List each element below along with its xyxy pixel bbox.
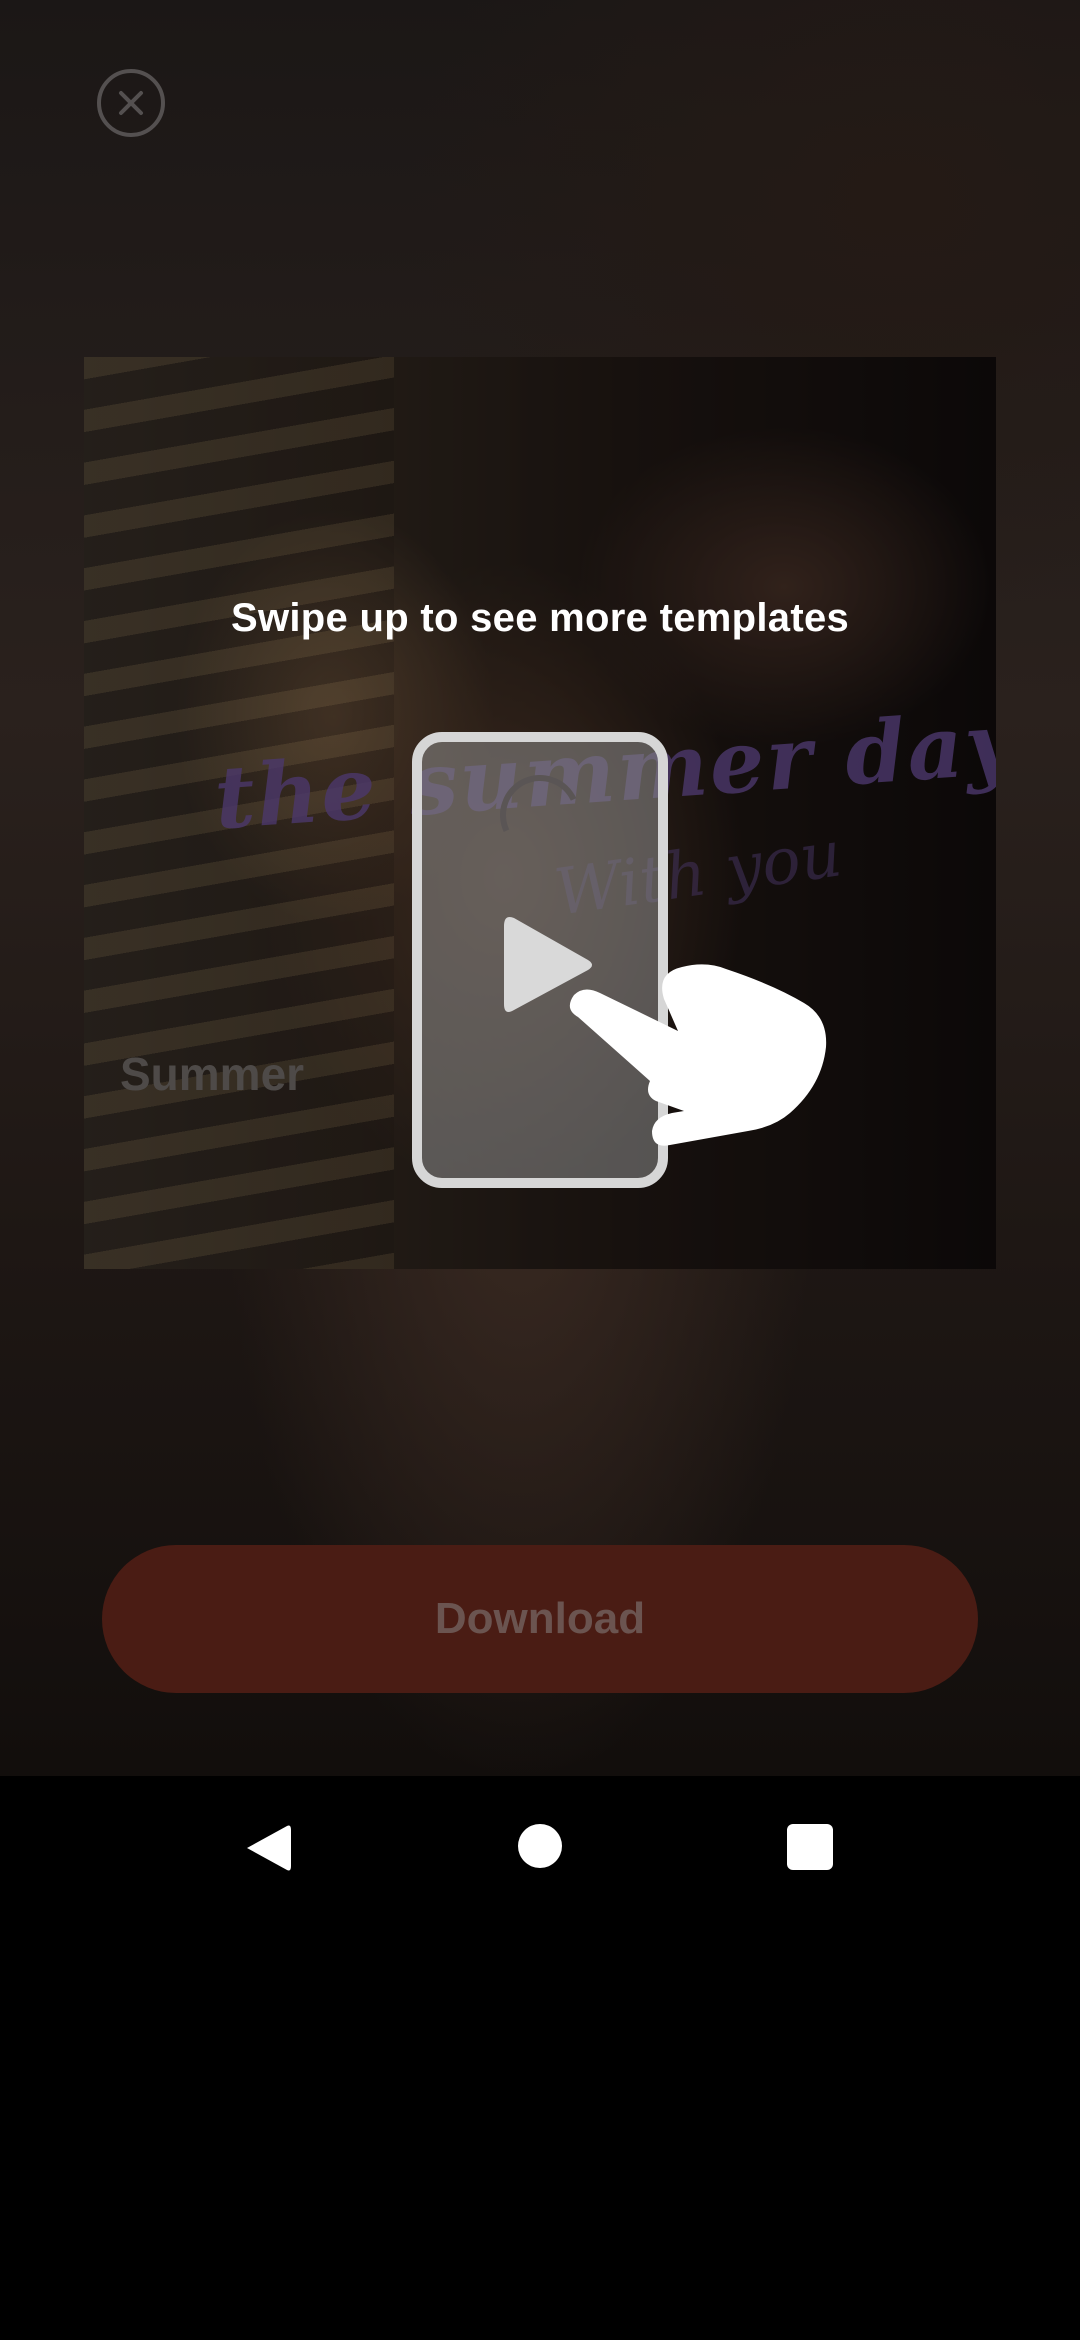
- nav-recents-icon[interactable]: [787, 1824, 833, 1870]
- swipe-hand-icon: [569, 964, 827, 1146]
- swipe-hint-text: Swipe up to see more templates: [230, 596, 850, 640]
- template-name: Summer: [120, 1048, 305, 1100]
- app-area: the summer day With you Summer Swipe up …: [0, 0, 1080, 1776]
- bottom-black-area: [0, 1918, 1080, 2340]
- nav-back-icon[interactable]: [243, 1822, 293, 1874]
- close-icon: [119, 91, 143, 115]
- download-button[interactable]: Download: [102, 1545, 978, 1693]
- download-button-label: Download: [434, 1594, 646, 1643]
- system-navigation-bar: [0, 1776, 1080, 1918]
- screen: the summer day With you Summer Swipe up …: [0, 0, 1080, 2340]
- close-button[interactable]: [97, 69, 165, 137]
- nav-home-icon[interactable]: [518, 1824, 562, 1868]
